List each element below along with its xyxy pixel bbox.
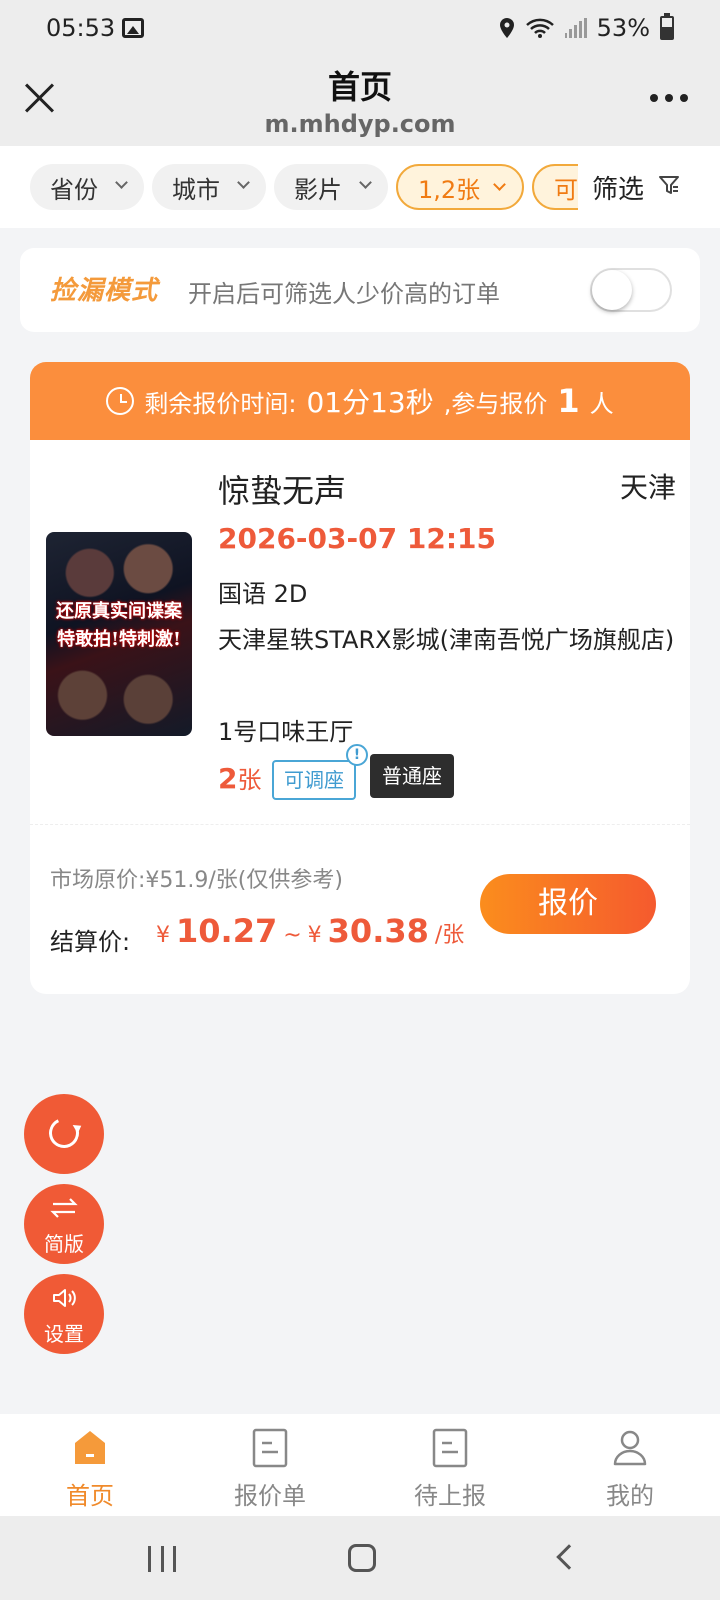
showtime: 2026-03-07 12:15: [218, 522, 496, 555]
nav-home[interactable]: 首页: [0, 1414, 180, 1516]
bottom-nav: 首页 报价单 待上报 我的: [0, 1414, 720, 1516]
settle-label: 结算价:: [50, 928, 131, 956]
settings-button[interactable]: 设置: [24, 1274, 104, 1354]
filter-bar: 省份 城市 影片 1,2张 可 筛选: [0, 146, 720, 228]
cinema-name: 天津星轶STARX影城(津南吾悦广场旗舰店): [218, 626, 675, 654]
status-time: 05:53: [46, 14, 116, 42]
price-currency: ¥: [156, 923, 170, 948]
seat-type-tag: 普通座: [370, 754, 454, 798]
chevron-down-icon: [359, 176, 372, 189]
price-separator: ~: [283, 923, 302, 948]
ticket-quantity: 2张: [218, 760, 261, 795]
filter-movie-label: 影片: [294, 175, 342, 204]
simple-mode-label: 简版: [44, 1232, 84, 1256]
refresh-button[interactable]: [24, 1094, 104, 1174]
nav-pending-label: 待上报: [414, 1482, 486, 1510]
filter-button-label: 筛选: [592, 174, 645, 205]
divider: [30, 824, 690, 825]
clock-icon: [106, 387, 135, 415]
status-right: 53%: [499, 13, 674, 42]
speaker-icon: [53, 1289, 76, 1307]
recent-apps-icon[interactable]: [148, 1546, 176, 1572]
ticket-quantity-unit: 张: [237, 766, 262, 794]
nav-profile[interactable]: 我的: [540, 1414, 720, 1516]
wifi-icon: [525, 18, 554, 38]
ticket-quantity-value: 2: [218, 762, 238, 795]
back-icon[interactable]: [556, 1544, 582, 1570]
simple-mode-button[interactable]: 简版: [24, 1184, 104, 1264]
participants-prefix: ,参与报价: [443, 389, 548, 418]
document-icon: [432, 1428, 468, 1468]
order-city: 天津: [619, 471, 676, 504]
order-card: 剩余报价时间: 01分13秒 ,参与报价 1 人 惊蛰无声 天津 还原真实间谍案…: [30, 362, 690, 994]
settle-price: ¥ 10.27 ~ ¥ 30.38 /张: [156, 912, 464, 950]
funnel-icon: [659, 176, 679, 194]
filter-ticket-count-label: 1,2张: [418, 175, 481, 204]
language-format: 国语 2D: [218, 580, 308, 608]
price-unit: /张: [434, 923, 465, 948]
document-icon: [252, 1428, 288, 1468]
status-bar: 05:53 53%: [0, 0, 720, 60]
filter-ticket-count[interactable]: 1,2张: [396, 164, 524, 210]
participants-count: 1: [557, 382, 580, 420]
movie-title: 惊蛰无声: [218, 472, 347, 510]
gallery-icon: [122, 18, 144, 38]
timer-label: 剩余报价时间:: [144, 389, 297, 418]
chevron-down-icon: [493, 178, 506, 191]
filter-button[interactable]: 筛选: [578, 146, 720, 228]
page-title: 首页: [327, 68, 392, 106]
price-currency-2: ¥: [307, 923, 322, 948]
price-max: 30.38: [327, 912, 429, 950]
filter-city[interactable]: 城市: [152, 164, 266, 210]
system-nav-bar: [0, 1516, 720, 1600]
user-icon: [613, 1430, 647, 1466]
info-icon[interactable]: !: [346, 744, 368, 766]
toggle-knob: [592, 270, 632, 310]
adjustable-seat-tag: 可调座: [272, 760, 356, 800]
location-icon: [499, 18, 514, 38]
home-button-icon[interactable]: [348, 1544, 376, 1572]
leak-mode-toggle[interactable]: [590, 268, 672, 312]
chevron-down-icon: [115, 176, 128, 189]
hall-name: 1号口味王厅: [218, 718, 354, 746]
home-icon: [75, 1431, 105, 1464]
filter-city-label: 城市: [172, 175, 220, 204]
page-url: m.mhdyp.com: [264, 110, 456, 138]
chevron-down-icon: [237, 176, 250, 189]
participants-suffix: 人: [589, 389, 614, 418]
filter-movie[interactable]: 影片: [274, 164, 388, 210]
more-options-icon[interactable]: [650, 94, 688, 102]
market-price: 市场原价:¥51.9/张(仅供参考): [50, 868, 343, 893]
battery-icon: [660, 13, 674, 40]
price-min: 10.27: [176, 912, 278, 950]
signal-icon: [564, 18, 587, 38]
movie-poster[interactable]: 还原真实间谍案 特敢拍!特刺激!: [46, 532, 192, 736]
settings-label: 设置: [44, 1322, 84, 1346]
quote-timer-bar: 剩余报价时间: 01分13秒 ,参与报价 1 人: [30, 362, 690, 440]
swap-icon: [50, 1198, 78, 1218]
nav-quotes-label: 报价单: [234, 1482, 306, 1510]
browser-header: 首页 m.mhdyp.com: [0, 60, 720, 146]
poster-tagline: 还原真实间谍案 特敢拍!特刺激!: [56, 601, 182, 650]
battery-percent: 53%: [596, 14, 650, 42]
filter-province[interactable]: 省份: [30, 164, 144, 210]
filter-adjustable-label: 可: [554, 175, 578, 204]
nav-pending[interactable]: 待上报: [360, 1414, 540, 1516]
refresh-icon: [44, 1113, 84, 1153]
quote-button[interactable]: 报价: [480, 874, 656, 934]
leak-mode-title: 捡漏模式: [50, 276, 159, 306]
leak-mode-card: 捡漏模式 开启后可筛选人少价高的订单: [20, 248, 700, 332]
leak-mode-description: 开启后可筛选人少价高的订单: [188, 280, 500, 308]
filter-province-label: 省份: [50, 175, 98, 204]
nav-home-label: 首页: [66, 1482, 114, 1510]
timer-value: 01分13秒: [306, 386, 434, 419]
nav-profile-label: 我的: [606, 1482, 654, 1510]
nav-quotes[interactable]: 报价单: [180, 1414, 360, 1516]
